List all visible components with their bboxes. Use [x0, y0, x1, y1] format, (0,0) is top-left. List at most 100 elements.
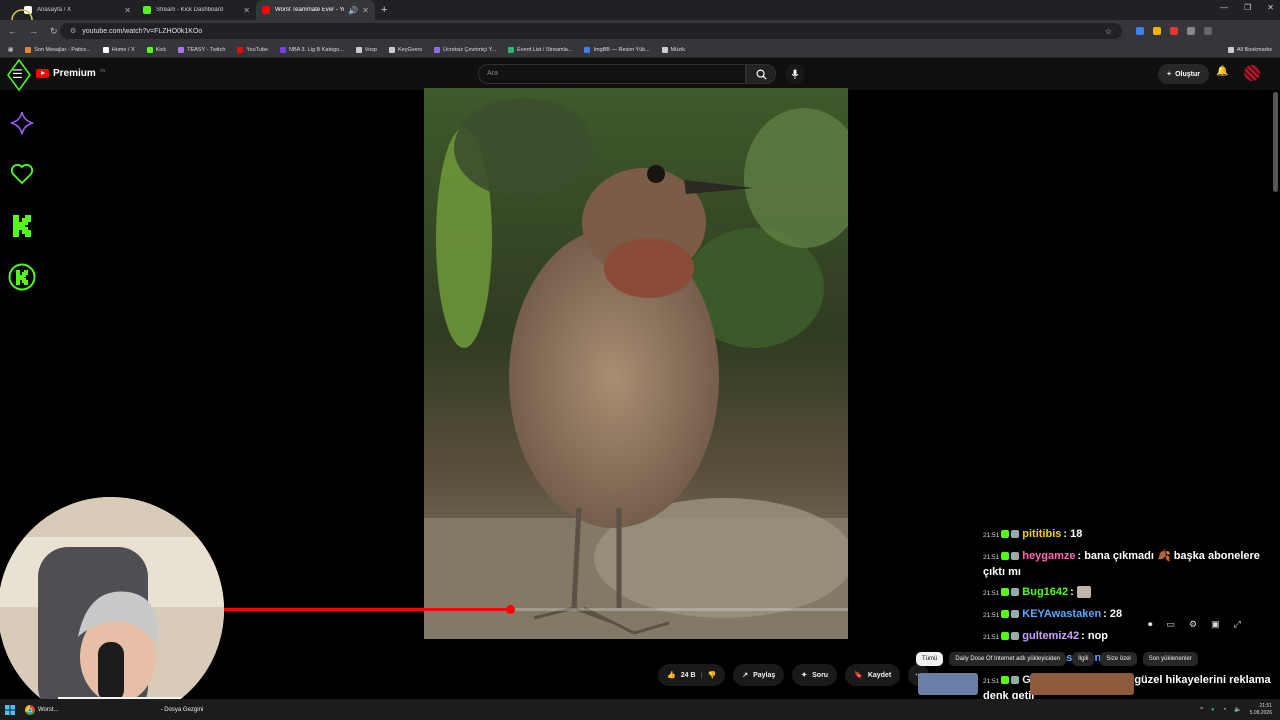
extensions-bar — [1136, 27, 1212, 35]
bookmark-favicon-icon — [178, 46, 185, 53]
page-scrollbar[interactable] — [1273, 92, 1278, 192]
tab-title: Anasayfa / X — [37, 7, 72, 13]
bookmark-item[interactable]: Ücretsiz Çevrimiçi Y... — [434, 46, 496, 53]
bookmark-label: Vosp — [364, 46, 377, 53]
chat-username[interactable]: KEYAwastaken — [1022, 608, 1101, 620]
video-progress-bar[interactable] — [222, 605, 848, 614]
all-bookmarks-label: All Bookmarks — [1236, 46, 1272, 53]
video-player[interactable] — [424, 88, 848, 639]
bookmark-item[interactable]: KeyGvers — [388, 46, 422, 53]
chat-username[interactable]: pititibis — [1022, 528, 1061, 540]
recommended-thumbnail[interactable] — [918, 673, 978, 695]
chat-username[interactable]: heygamze — [1022, 550, 1075, 562]
system-tray: ^ ● ◔ 🔈 21:51 5.08.2026 — [1200, 703, 1280, 717]
browser-tab-active[interactable]: Worst Teammate Ever - Yo 🔊 ✕ — [256, 0, 375, 20]
chat-message: 21:51 Bug1642: — [983, 585, 1273, 601]
restore-icon[interactable]: ❐ — [1244, 3, 1251, 12]
chat-badges — [1001, 552, 1020, 561]
forward-icon[interactable]: → — [29, 26, 38, 37]
extension-icon[interactable] — [1136, 27, 1144, 35]
video-actions: 👍 24 B | 👎 ↗ Paylaş ✦ Soru 🔖 Kaydet ⋯ — [658, 664, 930, 686]
chip-uploader[interactable]: Daily Dose Of Internet adlı yükleyiciden — [949, 652, 1067, 666]
search-button[interactable] — [746, 64, 776, 84]
save-label: Kaydet — [867, 671, 892, 679]
site-info-icon[interactable]: ⚙ — [70, 27, 76, 35]
heart-icon — [8, 160, 36, 188]
taskbar-explorer[interactable]: - Dosya Gezgini — [156, 699, 209, 720]
notifications-bell-icon[interactable]: 🔔 — [1216, 66, 1228, 77]
taskbar-item-label: Worst... — [38, 706, 59, 713]
volume-icon[interactable]: 🔈 — [1234, 706, 1241, 713]
bookmark-item[interactable]: Müzik — [661, 46, 685, 53]
close-tab-icon[interactable]: ✕ — [243, 6, 250, 15]
bookmark-item[interactable]: NBA 3. Lig B Katego... — [280, 46, 344, 53]
browser-tab[interactable]: Anasayfa / X ✕ — [18, 0, 137, 20]
chip-all[interactable]: Tümü — [916, 652, 944, 666]
clock-date: 5.08.2026 — [1249, 709, 1272, 716]
chat-username[interactable]: Bug1642 — [1022, 586, 1068, 598]
ask-button[interactable]: ✦ Soru — [792, 664, 838, 686]
minimize-icon[interactable]: — — [1220, 3, 1228, 12]
start-button[interactable] — [0, 699, 20, 720]
windows-taskbar: Worst... - Dosya Gezgini ^ ● ◔ 🔈 21:51 5… — [0, 699, 1280, 720]
bookmark-label: ImgBB — Resim Yük... — [593, 46, 650, 53]
all-bookmarks-button[interactable]: All Bookmarks — [1227, 46, 1272, 53]
recommended-thumbnail[interactable] — [1030, 673, 1134, 695]
puzzle-icon[interactable] — [1187, 27, 1195, 35]
extension-icon[interactable] — [1153, 27, 1161, 35]
chat-timestamp: 21:51 — [983, 612, 1000, 619]
kick-favicon-icon — [143, 6, 151, 14]
extension-icon[interactable] — [1170, 27, 1178, 35]
bookmark-item[interactable]: ImgBB — Resim Yük... — [584, 46, 650, 53]
taskbar-chrome[interactable]: Worst... — [20, 699, 64, 720]
thumbs-down-icon[interactable]: 👎 — [707, 671, 716, 679]
close-tab-icon[interactable]: ✕ — [124, 6, 131, 15]
url-field[interactable]: ⚙ youtube.com/watch?v=FLZHO0k1KOo ☆ — [60, 23, 1122, 39]
bookmark-item[interactable]: Vosp — [355, 46, 377, 53]
tab-title: Worst Teammate Ever - Yo — [275, 7, 345, 13]
brand-label: Premium — [53, 68, 96, 79]
chat-badges — [1001, 588, 1020, 597]
create-button[interactable]: + Oluştur — [1158, 64, 1209, 84]
tray-app-icon[interactable]: ● — [1211, 707, 1215, 713]
bookmark-item[interactable]: Son Mesajlar - Patics... — [25, 46, 91, 53]
youtube-favicon-icon — [262, 6, 270, 14]
reload-icon[interactable]: ↻ — [50, 26, 58, 37]
chip-recent[interactable]: Son yüklenenler — [1142, 652, 1198, 666]
system-clock[interactable]: 21:51 5.08.2026 — [1250, 703, 1272, 717]
bookmark-label: TEASY - Twitch — [187, 46, 226, 53]
sparkle-icon — [8, 109, 36, 137]
back-icon[interactable]: ← — [8, 26, 17, 37]
sub-badge-icon — [1011, 552, 1020, 561]
url-text: youtube.com/watch?v=FLZHO0k1KOo — [82, 27, 203, 35]
voice-search-button[interactable] — [785, 64, 805, 84]
search-input[interactable]: Ara — [478, 64, 746, 84]
scrubber-handle[interactable] — [505, 605, 515, 614]
save-button[interactable]: 🔖 Kaydet — [845, 664, 901, 686]
chat-badges — [1001, 610, 1020, 619]
account-avatar[interactable] — [1244, 65, 1260, 81]
tray-chevron-icon[interactable]: ^ — [1200, 707, 1203, 713]
share-button[interactable]: ↗ Paylaş — [733, 664, 785, 686]
apps-icon[interactable]: ▦ — [8, 47, 13, 53]
browser-tab[interactable]: Stream - Kick Dashboard ✕ — [137, 0, 256, 20]
menu-icon[interactable] — [1204, 27, 1212, 35]
close-tab-icon[interactable]: ✕ — [362, 6, 369, 15]
bookmark-item[interactable]: Event List / Streamla... — [508, 46, 572, 53]
bookmark-item[interactable]: TEASY - Twitch — [178, 46, 226, 53]
chip-related[interactable]: İlgili — [1072, 652, 1095, 666]
bookmark-item[interactable]: Home / X — [102, 46, 135, 53]
chat-message: 21:51 gultemiz42: nop — [983, 629, 1273, 645]
bookmark-item[interactable]: YouTube — [237, 46, 268, 53]
network-icon[interactable]: ◔ — [1223, 707, 1227, 713]
like-button[interactable]: 👍 24 B | 👎 — [658, 664, 726, 686]
browser-tab-strip: Anasayfa / X ✕ Stream - Kick Dashboard ✕… — [0, 0, 1280, 20]
close-window-icon[interactable]: ✕ — [1267, 3, 1274, 12]
speaker-icon[interactable]: 🔊 — [348, 6, 358, 15]
chip-for-you[interactable]: Size özel — [1100, 652, 1137, 666]
youtube-logo[interactable]: Premium TR — [36, 68, 105, 79]
bookmark-star-icon[interactable]: ☆ — [1105, 27, 1112, 36]
bookmark-item[interactable]: Kick — [146, 46, 166, 53]
new-tab-button[interactable]: + — [381, 4, 387, 16]
chat-username[interactable]: gultemiz42 — [1022, 630, 1079, 642]
